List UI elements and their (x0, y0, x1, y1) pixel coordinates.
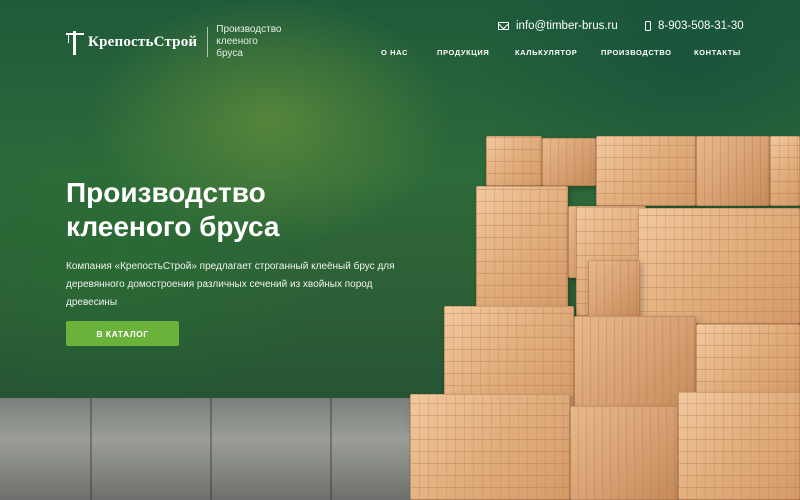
hero-background (0, 0, 800, 500)
phone-text: 8-903-508-31-30 (658, 20, 744, 32)
phone-icon (645, 21, 651, 31)
nav-item-products[interactable]: ПРОДУКЦИЯ (437, 48, 489, 57)
phone-contact[interactable]: 8-903-508-31-30 (645, 20, 744, 32)
nav-item-contacts[interactable]: КОНТАКТЫ (694, 48, 741, 57)
nav-item-about[interactable]: О НАС (381, 48, 408, 57)
headline-line-2: клееного бруса (66, 211, 280, 242)
timber-stack-image (400, 130, 800, 500)
main-nav: О НАС ПРОДУКЦИЯ КАЛЬКУЛЯТОР ПРОИЗВОДСТВО… (0, 48, 800, 62)
nav-item-calculator[interactable]: КАЛЬКУЛЯТОР (515, 48, 577, 57)
nav-item-production[interactable]: ПРОИЗВОДСТВО (601, 48, 672, 57)
email-text: info@timber-brus.ru (516, 20, 618, 32)
catalog-button[interactable]: В КАТАЛОГ (66, 321, 179, 346)
email-contact[interactable]: info@timber-brus.ru (498, 20, 618, 32)
hero-subtitle: Компания «КрепостьСтрой» предлагает стро… (66, 261, 395, 308)
headline-line-1: Производство (66, 177, 266, 208)
mail-icon (498, 22, 509, 30)
page-title: Производство клееного бруса (66, 176, 396, 244)
